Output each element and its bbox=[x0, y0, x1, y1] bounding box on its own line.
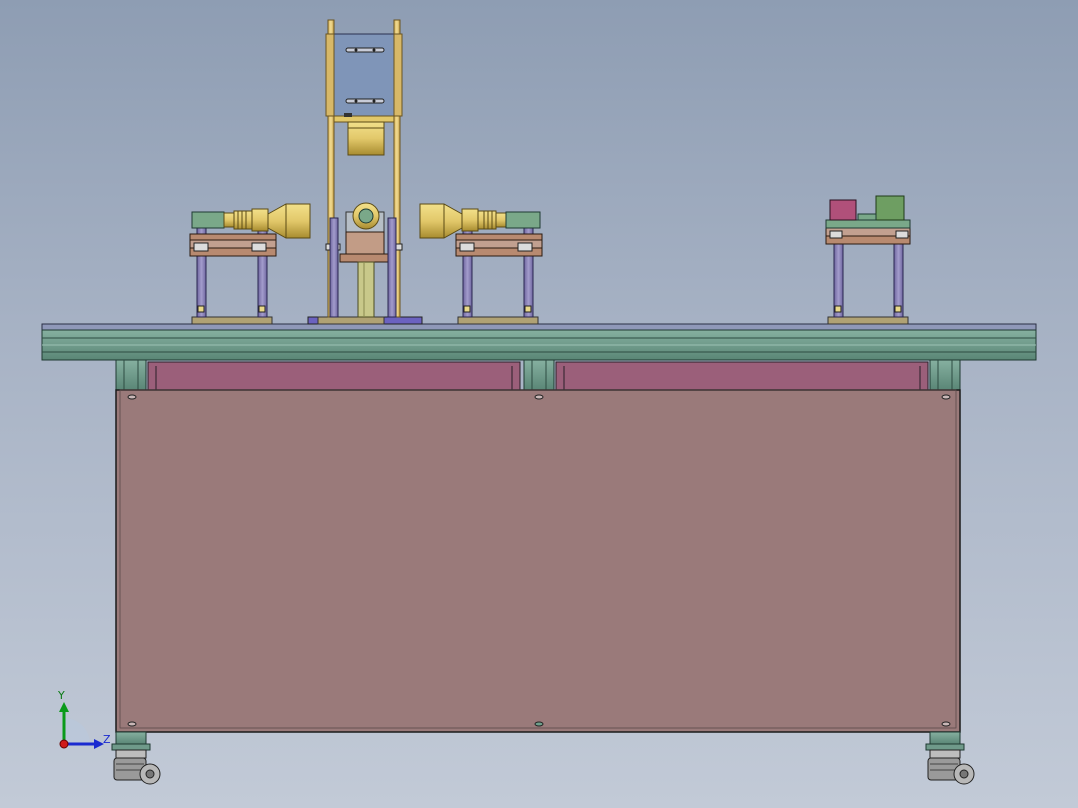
coordinate-triad-icon: Y Z bbox=[57, 689, 111, 749]
motor-green bbox=[875, 195, 905, 221]
triad-y-label: Y bbox=[57, 689, 65, 702]
lift-window bbox=[333, 33, 395, 117]
left-lens-module bbox=[189, 203, 311, 325]
table-leg-left bbox=[115, 359, 147, 391]
vertical-lift-tower bbox=[307, 19, 423, 325]
front-panel bbox=[115, 389, 961, 733]
motor-magenta bbox=[829, 199, 857, 221]
caster-right bbox=[927, 749, 975, 785]
table-leg-middle bbox=[523, 359, 555, 391]
motor-module bbox=[825, 195, 911, 325]
cad-assembly-drawing: Y Z bbox=[41, 19, 1037, 785]
caster-wheels bbox=[113, 749, 975, 785]
table-leg-right bbox=[929, 359, 961, 391]
table-top-plate bbox=[41, 323, 1037, 331]
cad-viewport[interactable]: Y Z bbox=[0, 0, 1078, 808]
machine-table bbox=[41, 323, 1037, 751]
triad-z-label: Z bbox=[103, 733, 111, 746]
caster-left bbox=[113, 749, 161, 785]
upper-panel-left bbox=[147, 361, 521, 391]
upper-panel-right bbox=[555, 361, 929, 391]
right-lens-module bbox=[419, 203, 543, 325]
